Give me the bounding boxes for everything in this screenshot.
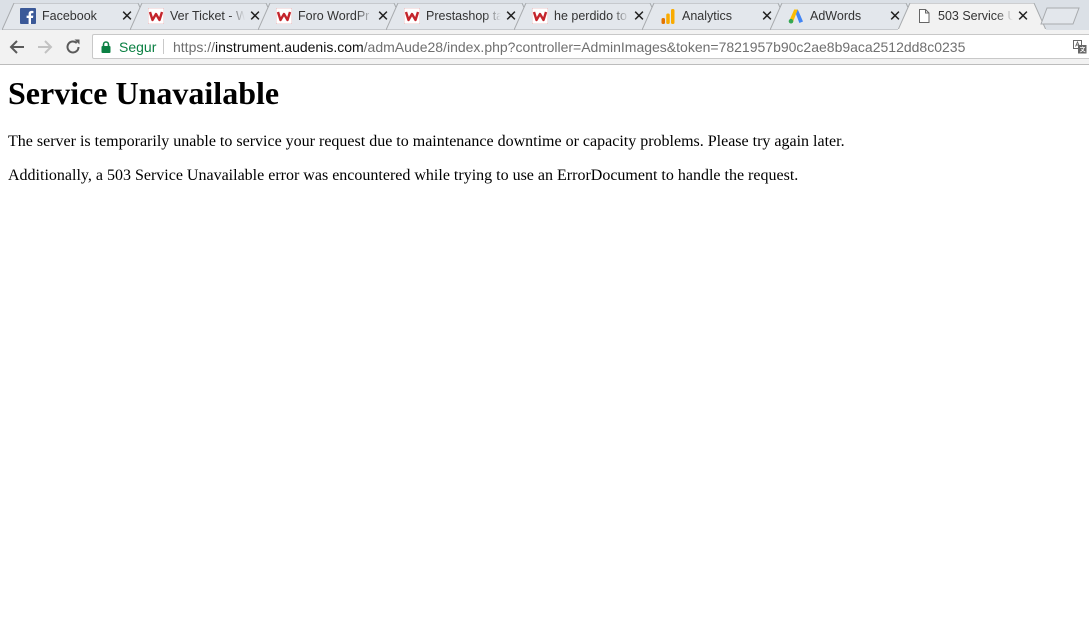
analytics-icon — [661, 9, 675, 24]
url-scheme: https:// — [173, 39, 216, 55]
w-logo-icon — [404, 8, 420, 24]
page-content: Service Unavailable The server is tempor… — [8, 64, 1078, 186]
url-text[interactable]: https://instrument.audenis.com/admAude28… — [173, 38, 965, 56]
tab-title: Prestashop ta — [426, 9, 501, 23]
omnibox-divider — [163, 39, 164, 54]
tab-title: Foro WordPr — [298, 9, 370, 23]
tab-analytics[interactable]: Analytics ✕ — [642, 3, 790, 30]
w-logo-icon — [276, 8, 292, 24]
tab-title: AdWords — [810, 9, 862, 23]
tab-title: Analytics — [682, 9, 733, 23]
tab-facebook[interactable]: Facebook ✕ — [2, 3, 150, 30]
security-label[interactable]: Segur — [119, 38, 156, 56]
tab-he-perdido[interactable]: he perdido to ✕ — [514, 3, 662, 30]
tab-adwords[interactable]: AdWords ✕ — [770, 3, 918, 30]
translate-icon[interactable] — [1073, 40, 1087, 54]
tab-title: Facebook — [42, 9, 97, 23]
tab-title: 503 Service U — [938, 9, 1013, 23]
back-arrow-icon[interactable] — [8, 38, 26, 56]
tab-ver-ticket[interactable]: Ver Ticket - W ✕ — [130, 3, 278, 30]
tab-strip: Facebook ✕ Ver Ticket - W ✕ Foro WordPr … — [0, 0, 1089, 30]
forward-arrow-icon[interactable] — [36, 38, 54, 56]
address-bar[interactable]: Segur https://instrument.audenis.com/adm… — [92, 34, 1089, 59]
w-logo-icon — [532, 8, 548, 24]
page-title: Service Unavailable — [8, 75, 280, 111]
tab-foro-wordpress[interactable]: Foro WordPr ✕ — [258, 3, 406, 30]
error-detail: Additionally, a 503 Service Unavailable … — [8, 167, 799, 184]
facebook-icon — [20, 8, 36, 24]
tab-title: he perdido to — [554, 9, 627, 23]
tab-503-active[interactable]: 503 Service U ✕ — [898, 3, 1046, 30]
url-path: /admAude28/index.php?controller=AdminIma… — [363, 39, 966, 55]
tab-prestashop[interactable]: Prestashop ta ✕ — [386, 3, 534, 30]
reload-icon[interactable] — [64, 38, 82, 56]
lock-icon — [101, 41, 111, 53]
close-tab-icon[interactable]: ✕ — [1016, 9, 1030, 24]
tab-title: Ver Ticket - W — [170, 9, 245, 23]
adwords-icon — [788, 9, 803, 24]
page-icon — [919, 9, 930, 23]
w-logo-icon — [148, 8, 164, 24]
url-host: instrument.audenis.com — [215, 39, 364, 55]
new-tab-button[interactable] — [1040, 7, 1080, 25]
error-message: The server is temporarily unable to serv… — [8, 133, 845, 150]
browser-toolbar: Segur https://instrument.audenis.com/adm… — [0, 30, 1089, 65]
